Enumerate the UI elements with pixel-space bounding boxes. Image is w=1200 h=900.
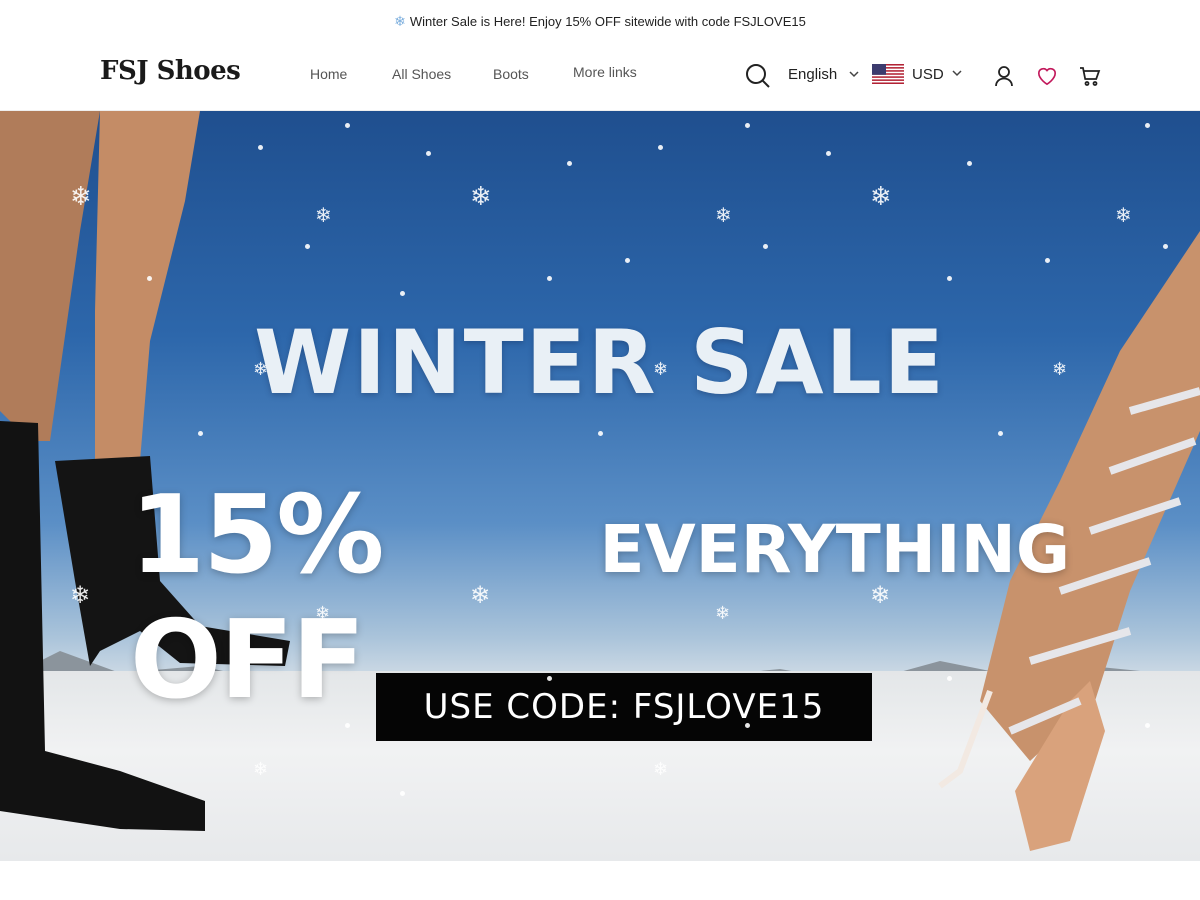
snowflake-icon: ❄ xyxy=(715,603,731,623)
snow-dot xyxy=(658,145,663,150)
wishlist-heart-icon[interactable] xyxy=(1033,62,1061,90)
snow-dot xyxy=(345,123,350,128)
snowflake-icon: ❄ xyxy=(70,181,92,211)
snowflake-icon: ❄ xyxy=(653,359,669,379)
language-label: English xyxy=(788,66,838,83)
snow-dot xyxy=(947,676,952,681)
snow-dot xyxy=(826,151,831,156)
snowflake-icon: ❄ xyxy=(715,205,732,227)
promo-code-box: USE CODE: FSJLOVE15 xyxy=(376,673,872,741)
hero-title: WINTER SALE xyxy=(254,311,946,414)
snowflake-icon: ❄ xyxy=(870,181,892,211)
snow-dot xyxy=(967,161,972,166)
chevron-down-icon xyxy=(952,68,962,80)
snowflake-icon: ❄ xyxy=(253,759,269,779)
snow-dot xyxy=(1045,258,1050,263)
snowflake-icon: ❄ xyxy=(315,603,331,623)
snow-dot xyxy=(598,431,603,436)
snowflake-icon: ❄ xyxy=(870,582,891,609)
page-content-area xyxy=(0,861,1200,900)
snowflake-icon: ❄ xyxy=(315,205,332,227)
snow-dot xyxy=(745,123,750,128)
us-flag-icon xyxy=(872,64,904,84)
snow-dot xyxy=(547,276,552,281)
snow-dot xyxy=(1145,723,1150,728)
snow-dot xyxy=(198,431,203,436)
snow-dot xyxy=(426,151,431,156)
snowflake-icon: ❄ xyxy=(470,582,491,609)
snow-dot xyxy=(763,244,768,249)
snow-dot xyxy=(998,431,1003,436)
snowflake-icon: ❄ xyxy=(1052,359,1068,379)
hero-banner[interactable]: WINTER SALE 15% OFF EVERYTHING USE CODE:… xyxy=(0,111,1200,861)
currency-selector[interactable]: USD xyxy=(872,64,962,84)
chevron-down-icon xyxy=(849,69,859,81)
cart-icon[interactable] xyxy=(1076,62,1104,90)
snow-dot xyxy=(400,791,405,796)
snowflake-icon: ❄ xyxy=(70,582,91,609)
snowflake-icon: ❄ xyxy=(653,759,669,779)
language-selector[interactable]: English xyxy=(788,66,859,83)
snowflake-icon: ❄ xyxy=(394,12,406,29)
search-icon[interactable] xyxy=(744,62,772,90)
snow-dot xyxy=(547,676,552,681)
snow-dot xyxy=(147,276,152,281)
announcement-bar: ❄ Winter Sale is Here! Enjoy 15% OFF sit… xyxy=(0,0,1200,42)
snow-dot xyxy=(567,161,572,166)
nav-all-shoes[interactable]: All Shoes xyxy=(392,66,451,82)
snow-dot xyxy=(305,244,310,249)
snow-dot xyxy=(625,258,630,263)
snow-dot xyxy=(258,145,263,150)
snowflake-icon: ❄ xyxy=(470,181,492,211)
snow-dot xyxy=(745,723,750,728)
snow-dot xyxy=(947,276,952,281)
snowflake-icon: ❄ xyxy=(1115,205,1132,227)
currency-label: USD xyxy=(912,65,944,83)
site-header: FSJ Shoes Home All Shoes Boots More link… xyxy=(0,42,1200,111)
hero-everything: EVERYTHING xyxy=(599,511,1070,588)
snow-dot xyxy=(1145,123,1150,128)
snow-dot xyxy=(400,291,405,296)
account-icon[interactable] xyxy=(990,62,1018,90)
nav-more-links[interactable]: More links xyxy=(573,64,637,80)
snow-dot xyxy=(345,723,350,728)
announcement-text: Winter Sale is Here! Enjoy 15% OFF sitew… xyxy=(409,13,806,29)
snow-dot xyxy=(147,676,152,681)
site-logo[interactable]: FSJ Shoes xyxy=(100,56,241,86)
snowflake-icon: ❄ xyxy=(253,359,269,379)
snow-dot xyxy=(1163,244,1168,249)
nav-boots[interactable]: Boots xyxy=(493,66,529,82)
nav-home[interactable]: Home xyxy=(310,66,347,82)
